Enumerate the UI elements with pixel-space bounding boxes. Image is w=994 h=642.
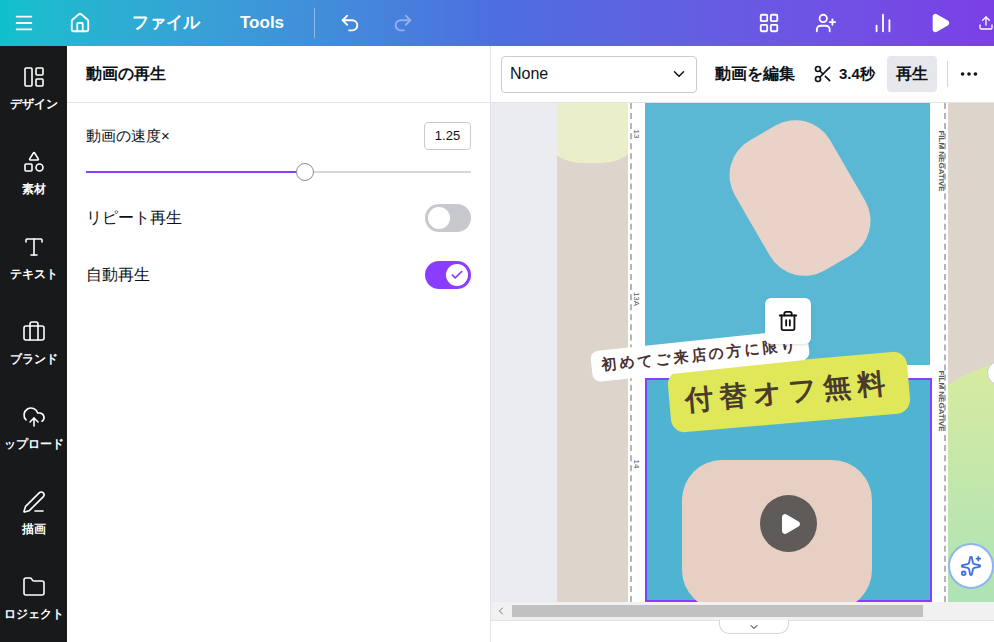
toggle-knob [428, 207, 450, 229]
sidebar-item-icon [22, 320, 46, 344]
more-icon [958, 63, 980, 85]
sidebar-item[interactable]: ロジェクト [0, 556, 67, 641]
toggle-switch[interactable] [425, 261, 471, 289]
frame-number: 13 [630, 126, 642, 142]
undo-button[interactable] [325, 12, 375, 34]
trim-button[interactable]: 3.4秒 [813, 63, 875, 86]
sparkles-icon [960, 555, 982, 577]
present-button[interactable] [911, 12, 968, 34]
speed-slider[interactable] [86, 162, 471, 182]
sidebar-item[interactable]: ップロード [0, 386, 67, 471]
trash-icon [777, 310, 799, 332]
sidebar-item[interactable]: 素材 [0, 131, 67, 216]
more-button[interactable] [958, 63, 980, 85]
app: ファイルToolsデザイン素材テキストブランドップロード描画ロジェクト動画の再生… [0, 0, 994, 642]
play-video-button[interactable] [760, 495, 817, 552]
magic-assistant-button[interactable] [948, 543, 994, 589]
sidebar-item-icon [22, 490, 46, 514]
frame-number: 14 [630, 456, 642, 472]
play-icon [778, 512, 802, 536]
share-people-button[interactable] [797, 12, 854, 34]
menu-button[interactable] [0, 12, 48, 34]
context-toolbar: None 動画を編集 3.4秒再生 [491, 46, 994, 103]
sidebar: デザイン素材テキストブランドップロード描画ロジェクト [0, 46, 67, 642]
toggle-row: 自動再生 [86, 261, 471, 289]
redo-icon [392, 12, 414, 34]
playback-button[interactable]: 再生 [887, 56, 937, 92]
scroll-thumb[interactable] [512, 605, 923, 617]
frame-number: 13A [630, 291, 642, 307]
delete-button[interactable] [765, 298, 811, 344]
toggle-row: リピート再生 [86, 204, 471, 232]
magic-grid-icon [758, 12, 780, 34]
divider [314, 8, 315, 38]
speed-input[interactable]: 1.25 [424, 122, 471, 150]
sidebar-item[interactable]: ブランド [0, 301, 67, 386]
topbar-menu-item[interactable]: Tools [220, 10, 304, 36]
film-label: FILM NEGATIVE [935, 116, 947, 206]
menu-icon [13, 12, 35, 34]
chevron-down-icon [748, 621, 760, 633]
speed-label: 動画の速度× [86, 125, 170, 148]
toggle-knob [446, 264, 468, 286]
scroll-left-icon [495, 605, 507, 617]
sidebar-item[interactable]: デザイン [0, 46, 67, 131]
toggle-switch[interactable] [425, 204, 471, 232]
home-icon [69, 12, 91, 34]
sidebar-item[interactable]: 描画 [0, 471, 67, 556]
topbar-menu-item[interactable]: ファイル [112, 10, 220, 36]
transition-dropdown[interactable]: None [501, 56, 697, 93]
sidebar-item-icon [22, 235, 46, 259]
chart-icon [872, 12, 894, 34]
edit-video-button[interactable]: 動画を編集 [715, 62, 795, 86]
side-panel: 動画の再生動画の速度× 1.25 リピート再生自動再生 [67, 46, 491, 642]
slider-fill [86, 171, 305, 173]
slider-thumb[interactable] [296, 163, 314, 181]
upload-button[interactable] [968, 12, 994, 34]
top-bar: ファイルTools [0, 0, 994, 46]
check-icon [450, 268, 464, 282]
sidebar-item-icon [22, 150, 46, 174]
magic-button[interactable] [740, 12, 797, 34]
bottom-strip [491, 620, 994, 642]
horizontal-scrollbar[interactable] [491, 602, 994, 620]
user-plus-icon [815, 12, 837, 34]
sidebar-item-icon [22, 405, 46, 429]
upload-icon [978, 12, 994, 34]
film-label: FILM NEGATIVE [935, 356, 947, 446]
sidebar-item[interactable]: テキスト [0, 216, 67, 301]
undo-icon [339, 12, 361, 34]
canvas: 1313A14FILM NEGATIVEFILM NEGATIVE付替オフ無料初… [491, 103, 994, 602]
timeline-toggle[interactable] [719, 620, 789, 634]
chevron-down-icon [670, 65, 688, 83]
scissors-icon [813, 64, 833, 84]
insights-button[interactable] [854, 12, 911, 34]
sidebar-item-icon [22, 575, 46, 599]
panel-header: 動画の再生 [67, 46, 490, 103]
redo-button[interactable] [375, 12, 431, 34]
sidebar-item-icon [22, 65, 46, 89]
play-icon [929, 12, 951, 34]
home-button[interactable] [48, 12, 112, 34]
